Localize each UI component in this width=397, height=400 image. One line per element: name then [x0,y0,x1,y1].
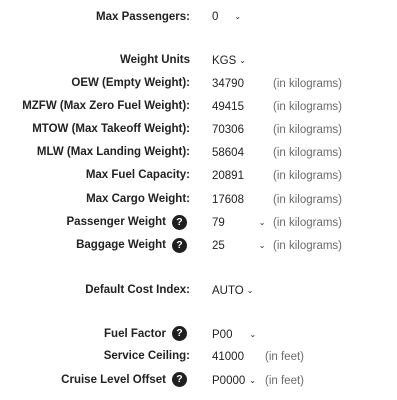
chevron-down-icon: ⌄ [258,218,266,227]
cruise-offset-unit: (in feet) [265,375,304,387]
baggage-weight-label: Baggage Weight [76,239,166,251]
fuel-factor-value: P00 [212,329,233,341]
help-icon[interactable]: ? [172,215,187,230]
mzfw-label: MZFW (Max Zero Fuel Weight): [22,100,190,112]
max-fuel-label: Max Fuel Capacity: [85,169,190,181]
max-cargo-unit: (in kilograms) [273,194,343,206]
fuel-factor-label: Fuel Factor [104,328,166,340]
cruise-offset-select[interactable]: P0000 ⌄ [212,374,256,389]
cost-index-select[interactable]: AUTO ⌄ [212,284,253,299]
mtow-unit: (in kilograms) [273,124,343,136]
baggage-weight-select[interactable]: 25 ⌄ [212,239,266,254]
max-cargo-label: Max Cargo Weight: [86,193,190,205]
passenger-weight-label: Passenger Weight [66,216,167,228]
service-ceiling-input[interactable]: 41000 [212,350,244,364]
chevron-down-icon: ⌄ [258,241,266,250]
chevron-down-icon: ⌄ [234,12,242,21]
max-passengers-label: Max Passengers: [96,11,190,23]
cost-index-value: AUTO [212,285,244,297]
chevron-down-icon: ⌄ [249,330,257,339]
oew-unit: (in kilograms) [273,78,343,90]
passenger-weight-value: 79 [212,217,225,229]
cruise-offset-value: P0000 [212,375,246,387]
cruise-offset-label: Cruise Level Offset [61,374,166,386]
cost-index-label: Default Cost Index: [85,284,190,296]
oew-label: OEW (Empty Weight): [71,77,190,89]
mlw-unit: (in kilograms) [273,147,343,159]
mtow-label: MTOW (Max Takeoff Weight): [32,123,190,135]
help-icon[interactable]: ? [172,326,187,341]
passenger-weight-select[interactable]: 79 ⌄ [212,216,266,231]
service-ceiling-unit: (in feet) [265,351,304,363]
max-passengers-value: 0 [212,11,219,23]
weight-units-value: KGS [212,55,237,67]
baggage-weight-value: 25 [212,240,225,252]
max-fuel-unit: (in kilograms) [273,170,343,182]
mlw-label: MLW (Max Landing Weight): [36,146,190,158]
max-fuel-input[interactable]: 20891 [212,169,244,183]
mlw-input[interactable]: 58604 [212,146,244,160]
fuel-factor-select[interactable]: P00 ⌄ [212,328,256,343]
baggage-weight-unit: (in kilograms) [273,240,343,252]
weight-units-label: Weight Units [119,54,190,66]
mzfw-input[interactable]: 49415 [212,100,244,114]
mzfw-unit: (in kilograms) [273,101,343,113]
weight-units-select[interactable]: KGS ⌄ [212,54,246,69]
service-ceiling-label: Service Ceiling: [103,350,190,362]
chevron-down-icon: ⌄ [249,376,256,385]
help-icon[interactable]: ? [172,238,187,253]
mtow-input[interactable]: 70306 [212,123,244,137]
passenger-weight-unit: (in kilograms) [273,217,343,229]
max-cargo-input[interactable]: 17608 [212,193,244,207]
help-icon[interactable]: ? [172,372,187,387]
chevron-down-icon: ⌄ [246,286,254,295]
max-passengers-select[interactable]: 0 ⌄ [212,10,241,25]
oew-input[interactable]: 34790 [212,77,244,91]
chevron-down-icon: ⌄ [239,56,246,65]
